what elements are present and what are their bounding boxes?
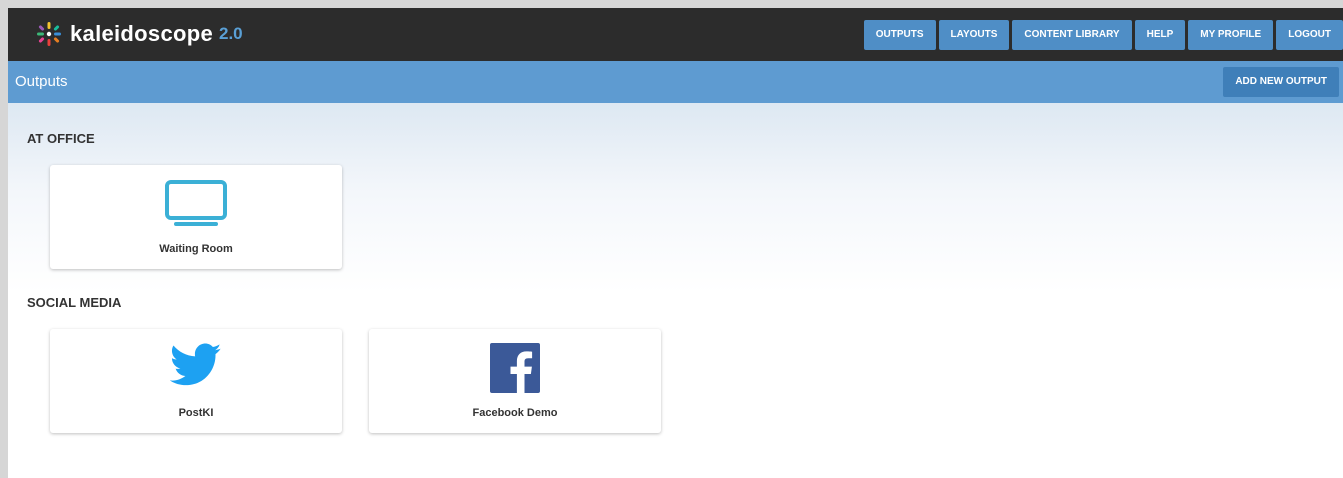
section-title-at-office: AT OFFICE (27, 131, 95, 146)
nav-outputs[interactable]: OUTPUTS (863, 20, 936, 50)
nav-logout[interactable]: LOGOUT (1276, 20, 1343, 50)
nav-content-library[interactable]: CONTENT LIBRARY (1012, 20, 1132, 50)
page-header: Outputs ADD NEW OUTPUT (8, 61, 1343, 103)
kaleidoscope-logo-icon (37, 22, 61, 46)
card-label: PostKI (178, 407, 214, 419)
output-card-waiting-room[interactable]: Waiting Room (50, 165, 342, 269)
outputs-content: AT OFFICE Waiting Room SOCIAL MEDIA Post… (8, 103, 1343, 478)
card-label: Waiting Room (159, 243, 233, 255)
nav-help[interactable]: HELP (1134, 20, 1186, 50)
main-nav: OUTPUTS LAYOUTS CONTENT LIBRARY HELP MY … (861, 20, 1343, 50)
add-new-output-button[interactable]: ADD NEW OUTPUT (1223, 67, 1339, 97)
top-bar: kaleidoscope 2.0 OUTPUTS LAYOUTS CONTENT… (8, 8, 1343, 61)
output-card-facebook-demo[interactable]: Facebook Demo (369, 329, 661, 433)
facebook-icon (490, 343, 540, 393)
app-window: kaleidoscope 2.0 OUTPUTS LAYOUTS CONTENT… (8, 8, 1343, 478)
logo[interactable]: kaleidoscope 2.0 (36, 21, 243, 47)
nav-my-profile[interactable]: MY PROFILE (1188, 20, 1274, 50)
twitter-icon (170, 343, 222, 386)
nav-layouts[interactable]: LAYOUTS (938, 20, 1010, 50)
section-title-social-media: SOCIAL MEDIA (27, 295, 122, 310)
output-card-postki[interactable]: PostKI (50, 329, 342, 433)
page-title: Outputs (15, 73, 68, 90)
app-name: kaleidoscope (70, 21, 213, 46)
card-label: Facebook Demo (472, 407, 558, 419)
monitor-icon (165, 180, 227, 226)
app-version: 2.0 (219, 24, 243, 43)
